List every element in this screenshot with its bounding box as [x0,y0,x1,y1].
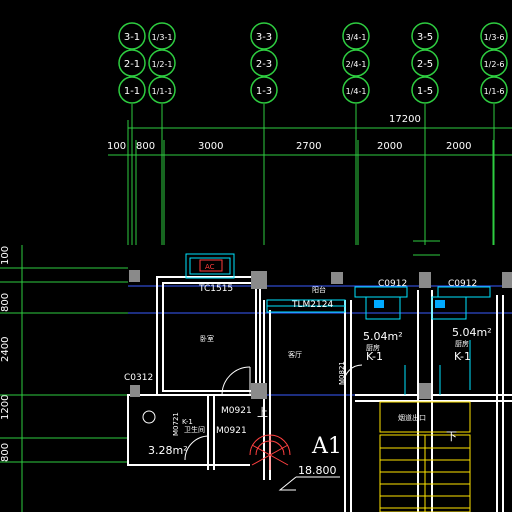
axis-bubble-label: 3-1 [124,32,140,43]
sink-a [374,300,384,308]
ac-label: AC [205,263,215,271]
door-arc-bath [184,435,210,461]
plan-canvas: 3-1 2-1 1-1 1/3-1 1/2-1 1/1-1 3-3 2-3 1-3 3/4-1 2/… [0,22,512,512]
label-tlm2124: TLM2124 [291,300,333,310]
label-m0921-a: M0921 [221,406,252,416]
left-dim-800b: 800 [0,443,11,462]
left-dim-100: 100 [0,246,11,265]
dimension-lines: 17200 100 800 3000 2700 2000 2000 [107,114,512,245]
axis-bubble-label: 1/2-1 [152,60,173,69]
axis-bubble-label: 3-3 [256,32,272,43]
sink-b [435,300,445,308]
label-bath-name: 卫生间 [184,425,205,434]
axis-bubble-label: 1/4-1 [346,87,367,96]
dim-2000-b: 2000 [446,141,471,152]
axis-bubble-label: 3-5 [417,32,433,43]
axis-bubble-label: 1/1-1 [152,87,173,96]
label-m0921-b: M0921 [216,426,247,436]
axis-bubble-label: 1/3-1 [152,33,173,42]
label-down: 下 [446,430,457,443]
ac-unit: AC [199,259,223,272]
dim-2700: 2700 [296,141,321,152]
label-k1-b: K-1 [454,350,471,363]
dim-2000-a: 2000 [377,141,402,152]
label-kitchen-area-a: 5.04m² [363,330,403,343]
left-vertical-dimension: 100 800 2400 1200 800 [0,245,128,512]
dim-100: 100 [107,141,126,152]
left-dim-1200: 1200 [0,395,11,420]
label-bedroom: 卧室 [200,334,214,343]
label-c0912-a: C0912 [378,279,407,289]
label-tc1515: TC1515 [198,284,233,294]
room-labels: TC1515 TLM2124 阳台 C0912 C0912 卧室 客厅 5.04… [124,279,492,477]
spiral-stair [249,434,291,470]
axis-bubble-label: 2-3 [256,59,272,70]
label-smoke-outlet: 烟道出口 [398,413,426,422]
cad-floor-plan: 3-1 2-1 1-1 1/3-1 1/2-1 1/1-1 3-3 2-3 1-3 3/4-1 2/… [0,0,512,512]
label-k1-a: K-1 [366,350,383,363]
label-m0721: M0721 [172,412,180,436]
label-kitchen-name-b: 厨房 [455,339,469,348]
axis-bubble-label: 1-1 [124,86,140,97]
label-living-room: 客厅 [288,350,302,359]
axis-bubble-label: 1-3 [256,86,272,97]
axis-bubble-label: 2-5 [417,59,433,70]
label-bath-area: 3.28m² [148,444,188,457]
axis-bubble-label: 3/4-1 [346,33,367,42]
axis-bubble-label: 1/2-6 [484,60,505,69]
label-unit-name: A1 [311,434,342,459]
label-up: 上 [257,406,268,419]
door-arc-kitchen [343,364,363,384]
axis-bubble-label: 1-5 [417,86,433,97]
left-dim-2400: 2400 [0,337,11,362]
axis-bubbles: 3-1 2-1 1-1 1/3-1 1/2-1 1/1-1 3-3 2-3 1-3 3/4-1 2/… [118,22,508,245]
label-bath-k1: K-1 [182,418,193,426]
dim-800: 800 [136,141,155,152]
label-c0312: C0312 [124,373,153,383]
dim-3000: 3000 [198,141,223,152]
label-elevation: 18.800 [298,464,337,477]
label-kitchen-area-b: 5.04m² [452,326,492,339]
label-m0821: M0821 [338,361,346,385]
axis-bubble-label: 1/1-6 [484,87,505,96]
label-balcony: 阳台 [312,285,326,294]
overall-dim-text: 17200 [389,114,421,125]
toilet-symbol [142,410,156,424]
axis-bubble-label: 1/3-6 [484,33,505,42]
label-c0912-b: C0912 [448,279,477,289]
axis-bubble-label: 2-1 [124,59,140,70]
left-dim-800: 800 [0,293,11,312]
elevation-marker [278,476,340,491]
axis-bubble-label: 2/4-1 [346,60,367,69]
